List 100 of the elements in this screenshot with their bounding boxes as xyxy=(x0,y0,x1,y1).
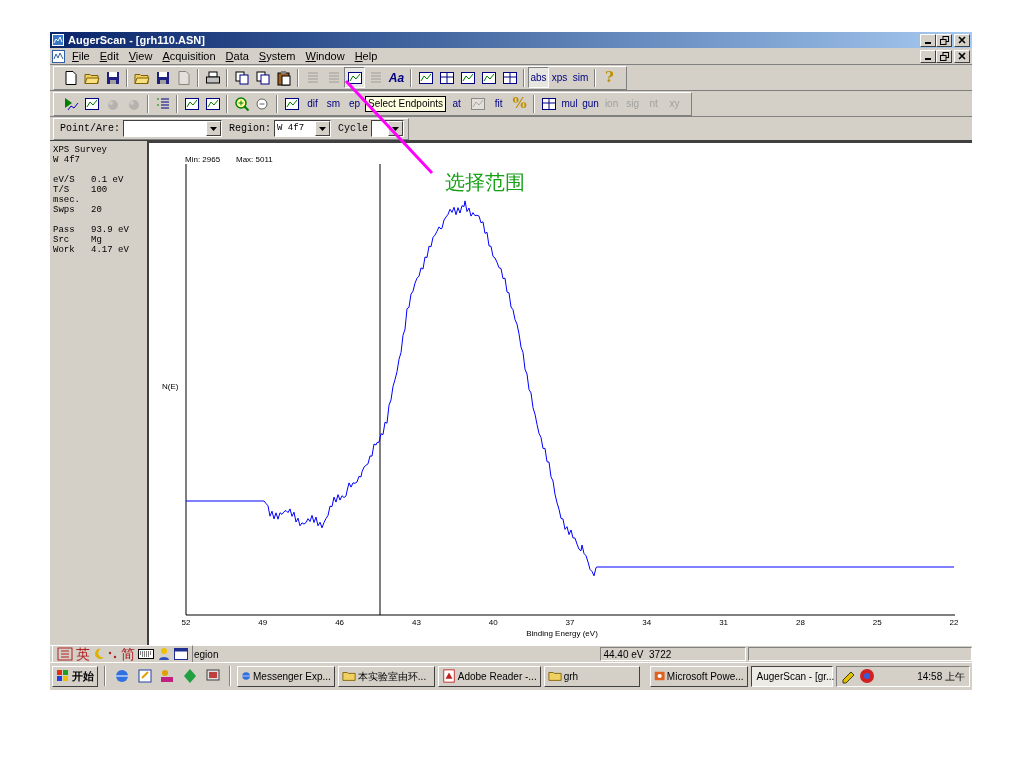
x-tick-label: 43 xyxy=(411,618,421,627)
keyboard-icon xyxy=(138,649,154,659)
chart-icon xyxy=(183,95,200,112)
status-text: egion xyxy=(194,647,219,662)
region-name: W 4f7 xyxy=(53,155,81,165)
zoom-in-icon xyxy=(233,95,250,112)
close-button[interactable] xyxy=(954,33,970,47)
start-button[interactable]: 开始 xyxy=(52,665,98,687)
menu-item[interactable]: Data xyxy=(220,50,254,62)
copy-icon xyxy=(254,69,271,86)
restore-button[interactable] xyxy=(936,49,952,63)
parameter-name: Work xyxy=(53,245,76,255)
dropdown-arrow-icon xyxy=(210,126,217,131)
parameter-name: msec. xyxy=(53,195,81,205)
clipboard-icon xyxy=(275,69,292,86)
menu-item[interactable]: System xyxy=(253,50,301,62)
play-chart-icon xyxy=(62,95,79,112)
chart-icon xyxy=(346,69,363,86)
field-label: Point/Are: xyxy=(60,122,120,136)
toolbar-button[interactable]: fit xyxy=(488,93,510,114)
parameter-name: eV/S xyxy=(53,175,76,185)
toolbar-button[interactable]: Aa xyxy=(386,67,407,88)
toolbar-button[interactable] xyxy=(344,67,365,88)
taskbar-button[interactable]: Messenger Exp... xyxy=(236,665,335,687)
toolbar-button[interactable]: sm xyxy=(323,93,344,114)
close-icon xyxy=(958,52,966,60)
taskbar-button[interactable]: Adobe Reader -... xyxy=(437,665,541,687)
diamond-icon xyxy=(182,668,199,684)
chart-icon xyxy=(204,95,221,112)
toolbar-button[interactable]: ep xyxy=(344,93,365,114)
x-tick-label: 46 xyxy=(335,618,345,627)
restore-button[interactable] xyxy=(936,33,952,47)
ime-script-label[interactable]: 简 xyxy=(121,647,135,661)
grid-chart-icon xyxy=(501,69,518,86)
document-chart-icon xyxy=(52,49,65,63)
toolbar-button[interactable]: abs xyxy=(528,67,549,88)
menu-item[interactable]: Edit xyxy=(94,50,124,62)
printer-icon xyxy=(204,69,221,86)
desktop-icon xyxy=(204,668,221,684)
restore-icon xyxy=(939,35,949,45)
y-axis-label: N(E) xyxy=(162,382,179,391)
chart-icon xyxy=(459,69,476,86)
menu-item[interactable]: File xyxy=(67,50,95,62)
x-tick-label: 49 xyxy=(258,618,268,627)
chart-icon xyxy=(417,69,434,86)
moon-icon xyxy=(93,648,105,660)
taskbar-button[interactable]: Microsoft Powe... xyxy=(649,665,748,687)
person-icon xyxy=(157,647,171,661)
field-label: Region: xyxy=(229,122,272,136)
minimize-button[interactable] xyxy=(920,33,936,47)
toolbar-button[interactable]: gun xyxy=(580,93,602,114)
close-icon xyxy=(958,36,966,44)
status-reading: 44.40 eV 3722 xyxy=(600,647,746,661)
document-icon xyxy=(441,669,456,683)
slides-icon xyxy=(653,669,665,683)
dropdown-arrow-icon xyxy=(392,126,400,131)
scan-title: XPS Survey xyxy=(53,145,108,155)
minimize-button[interactable] xyxy=(920,49,936,63)
parameter-value: 20 xyxy=(91,205,102,215)
toolbar-button[interactable]: dif xyxy=(302,93,323,114)
x-tick-label: 22 xyxy=(949,618,959,627)
clock: 14:58 上午 xyxy=(917,669,966,684)
zoom-out-icon xyxy=(254,95,271,112)
toolbar-button[interactable]: mul xyxy=(559,93,581,114)
taskbar-button[interactable]: AugerScan - [gr... xyxy=(750,665,833,687)
x-tick-label: 25 xyxy=(872,618,882,627)
min-label: Min: 2965 xyxy=(185,155,221,164)
folder-icon xyxy=(341,669,356,683)
max-label: Max: 5011 xyxy=(236,155,273,164)
menu-item[interactable]: Help xyxy=(349,50,383,62)
list-icon xyxy=(154,95,171,112)
tooltip: Select Endpoints xyxy=(365,95,447,112)
dropdown-arrow-icon xyxy=(319,126,327,131)
menu-item[interactable]: Acquisition xyxy=(157,50,221,62)
menu-item[interactable]: Window xyxy=(300,50,350,62)
parameter-name: T/S xyxy=(53,185,71,195)
browser-icon xyxy=(240,669,251,683)
x-tick-label: 40 xyxy=(488,618,498,627)
parameter-name: Pass xyxy=(53,225,76,235)
ime-language-label[interactable]: 英 xyxy=(76,647,90,661)
parameter-name: Swps xyxy=(53,205,76,215)
combo-box[interactable] xyxy=(123,120,222,137)
note-icon xyxy=(136,668,153,684)
chart-icon xyxy=(469,95,486,112)
document-icon xyxy=(62,69,79,86)
toolbar-button[interactable]: xps xyxy=(549,67,570,88)
toolbar-button[interactable]: at xyxy=(446,93,468,114)
parameter-value: Mg xyxy=(91,235,102,245)
x-tick-label: 34 xyxy=(642,618,652,627)
taskbar-button[interactable]: 本实验室由环... xyxy=(337,665,435,687)
combo-box[interactable]: W 4f7 xyxy=(274,120,332,137)
windows-flag-icon xyxy=(56,669,70,683)
chart-icon xyxy=(480,69,497,86)
annotation-text: 选择范围 xyxy=(445,172,525,192)
menu-item[interactable]: View xyxy=(123,50,158,62)
toolbar-button[interactable]: sim xyxy=(570,67,591,88)
folder-icon xyxy=(547,669,562,683)
x-tick-label: 28 xyxy=(795,618,805,627)
taskbar-button[interactable]: grh xyxy=(543,665,640,687)
close-button[interactable] xyxy=(954,49,970,63)
